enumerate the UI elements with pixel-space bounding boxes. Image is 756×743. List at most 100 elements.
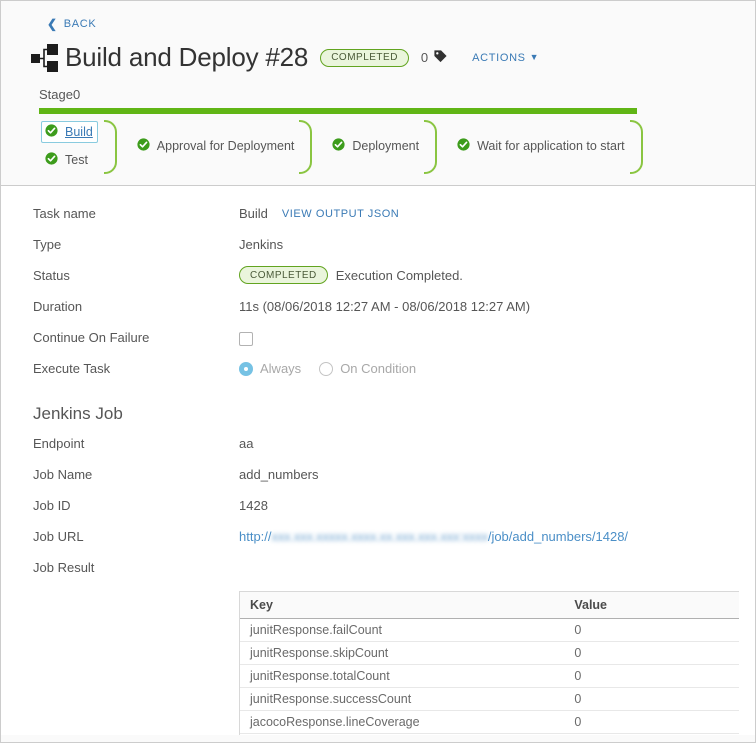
task-item-test[interactable]: Test — [41, 149, 98, 171]
row-job-name: Job Name add_numbers — [1, 465, 755, 496]
endpoint-label: Endpoint — [33, 436, 85, 451]
task-label: Wait for application to start — [477, 139, 625, 153]
check-circle-icon — [45, 152, 58, 168]
cell-key: junitResponse.skipCount — [240, 641, 565, 665]
table-row: jacocoResponse.lineCoverage 0 — [240, 710, 739, 734]
row-status: Status COMPLETED Execution Completed. — [1, 266, 755, 297]
check-circle-icon — [457, 138, 470, 154]
job-result-table: Key Value junitResponse.failCount 0 juni… — [240, 592, 739, 735]
job-id-label: Job ID — [33, 498, 71, 513]
job-id-value: 1428 — [239, 498, 268, 513]
radio-label: On Condition — [340, 361, 417, 376]
row-type: Type Jenkins — [1, 235, 755, 266]
task-group: Deployment — [312, 118, 424, 174]
task-name-label: Task name — [33, 206, 96, 221]
type-value: Jenkins — [239, 237, 284, 252]
job-result-label: Job Result — [33, 560, 95, 575]
cell-key: junitResponse.failCount — [240, 618, 565, 642]
job-url-prefix: http:// — [239, 529, 272, 544]
task-item-build[interactable]: Build — [41, 121, 98, 143]
cell-key: jacocoResponse.lineCoverage — [240, 710, 565, 734]
table-row: junitResponse.successCount 0 — [240, 687, 739, 711]
actions-button[interactable]: ACTIONS ▼ — [472, 52, 539, 64]
back-label: BACK — [63, 18, 97, 30]
row-duration: Duration 11s (08/06/2018 12:27 AM - 08/0… — [1, 297, 755, 328]
job-url-link[interactable]: http://xxx.xxx.xxxxx.xxxx.xx.xxx.xxx.xxx… — [239, 529, 628, 544]
task-name-value-group: Build VIEW OUTPUT JSON — [239, 204, 399, 221]
task-item-deployment[interactable]: Deployment — [328, 135, 424, 157]
task-group: Approval for Deployment — [117, 118, 300, 174]
cell-key: junitResponse.totalCount — [240, 664, 565, 688]
duration-label: Duration — [33, 299, 83, 314]
row-job-result: Job Result — [1, 558, 755, 589]
duration-value: 11s (08/06/2018 12:27 AM - 08/06/2018 12… — [239, 299, 531, 314]
cell-value: 0 — [564, 664, 739, 688]
task-label: Approval for Deployment — [156, 139, 295, 153]
status-badge: COMPLETED — [239, 266, 328, 284]
group-bracket — [103, 120, 117, 174]
job-url-suffix: /job/add_numbers/1428/ — [487, 529, 629, 544]
back-button[interactable]: ❮ BACK — [47, 18, 96, 30]
task-group: Wait for application to start — [437, 118, 630, 174]
task-item-approval-for-deployment[interactable]: Approval for Deployment — [133, 135, 300, 157]
execute-task-value: Always On Condition — [239, 359, 416, 376]
status-value-group: COMPLETED Execution Completed. — [239, 266, 463, 284]
radio-option-on-condition[interactable]: On Condition — [319, 361, 416, 376]
check-circle-icon — [137, 138, 150, 154]
radio-label: Always — [260, 361, 302, 376]
tag-group[interactable]: 0 — [421, 49, 448, 67]
radio-dot-icon — [239, 361, 253, 376]
jenkins-job-section-title: Jenkins Job — [33, 404, 123, 423]
tag-count: 0 — [420, 50, 429, 65]
cell-value: 0 — [564, 710, 739, 734]
group-bracket — [299, 120, 313, 174]
cell-value: 0 — [564, 618, 739, 642]
cell-key: jacocoResponse.classCoverage — [240, 733, 565, 735]
task-label: Deployment — [352, 139, 420, 153]
endpoint-value: aa — [239, 436, 254, 451]
task-group: Build Test — [39, 118, 98, 174]
table-row: junitResponse.skipCount 0 — [240, 641, 739, 665]
page-title: Build and Deploy #28 — [65, 42, 309, 72]
task-label: Build — [65, 125, 93, 139]
type-label: Type — [33, 237, 62, 252]
row-task-name: Task name Build VIEW OUTPUT JSON — [1, 204, 755, 235]
row-endpoint: Endpoint aa — [1, 434, 755, 465]
chevron-down-icon: ▼ — [529, 52, 540, 62]
table-head: Key Value — [240, 592, 739, 619]
row-job-url: Job URL http://xxx.xxx.xxxxx.xxxx.xx.xxx… — [1, 527, 755, 558]
row-continue-on-failure: Continue On Failure — [1, 328, 755, 359]
table-row: jacocoResponse.classCoverage 0 — [240, 733, 739, 735]
radio-option-always[interactable]: Always — [239, 361, 301, 376]
table-body: junitResponse.failCount 0 junitResponse.… — [240, 618, 739, 735]
cell-value: 0 — [564, 641, 739, 665]
job-name-value: add_numbers — [239, 467, 319, 482]
task-list: Build Test Approval for Deployment Deplo… — [39, 118, 755, 174]
chevron-left-icon: ❮ — [47, 17, 58, 31]
group-bracket — [629, 120, 643, 174]
stage-progress-bar — [39, 108, 637, 114]
check-circle-icon — [45, 124, 58, 140]
tag-icon — [433, 49, 448, 67]
task-label: Test — [65, 153, 88, 167]
title-row: Build and Deploy #28 COMPLETED 0 ACTIONS… — [1, 33, 755, 73]
continue-on-failure-label: Continue On Failure — [33, 330, 150, 345]
job-url-redacted: xxx.xxx.xxxxx.xxxx.xx.xxx.xxx.xxx:xxxx — [271, 529, 488, 544]
page-header: ❮ BACK Build and Deploy #28 COMPLETED 0 — [1, 1, 755, 186]
task-detail-body: Task name Build VIEW OUTPUT JSON Type Je… — [1, 186, 755, 735]
job-result-table-wrapper: Key Value junitResponse.failCount 0 juni… — [239, 591, 739, 735]
row-execute-task: Execute Task Always On Condition — [1, 359, 755, 390]
pipeline-hierarchy-icon — [29, 43, 63, 73]
back-bar: ❮ BACK — [1, 1, 755, 33]
task-item-wait-for-application-to-start[interactable]: Wait for application to start — [453, 135, 630, 157]
execute-task-radio-group: Always On Condition — [239, 361, 416, 376]
pipeline-execution-page: ❮ BACK Build and Deploy #28 COMPLETED 0 — [0, 0, 756, 743]
column-header-value: Value — [564, 592, 739, 619]
table-row: junitResponse.totalCount 0 — [240, 664, 739, 688]
continue-on-failure-checkbox[interactable] — [239, 332, 253, 346]
job-name-label: Job Name — [33, 467, 93, 482]
status-badge: COMPLETED — [320, 48, 409, 67]
cell-value: 0 — [564, 687, 739, 711]
view-output-json-link[interactable]: VIEW OUTPUT JSON — [282, 208, 399, 220]
job-url-value: http://xxx.xxx.xxxxx.xxxx.xx.xxx.xxx.xxx… — [239, 527, 628, 544]
